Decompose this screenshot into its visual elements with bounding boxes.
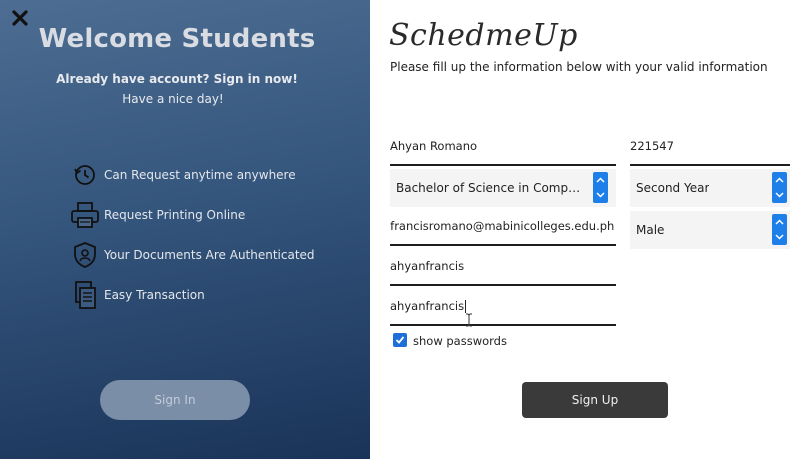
text-caret	[465, 299, 467, 313]
course-select[interactable]: Bachelor of Science in Computer ...	[390, 169, 616, 207]
feature-label: Easy Transaction	[104, 288, 205, 302]
course-value: Bachelor of Science in Computer ...	[396, 181, 586, 195]
app-brand-title: SchedmeUp	[389, 18, 578, 53]
password-value: ahyanfrancis	[390, 259, 465, 273]
feature-item: Easy Transaction	[70, 280, 205, 310]
sign-up-button[interactable]: Sign Up	[522, 382, 668, 418]
student-id-field[interactable]: 221547	[630, 128, 790, 166]
student-id-value: 221547	[630, 139, 674, 153]
confirm-password-field[interactable]: ahyanfrancis	[390, 288, 616, 326]
course-spinner-icon[interactable]	[593, 172, 608, 203]
feature-label: Your Documents Are Authenticated	[104, 248, 315, 262]
email-field[interactable]: yanfrancisromano@mabinicolleges.edu.ph	[390, 208, 616, 246]
password-field[interactable]: ahyanfrancis	[390, 248, 616, 286]
printer-icon	[70, 200, 100, 230]
confirm-password-value: ahyanfrancis	[390, 299, 465, 313]
form-instructions: Please fill up the information below wit…	[390, 60, 768, 74]
document-transaction-icon	[70, 280, 100, 310]
gender-select[interactable]: Male	[630, 211, 790, 249]
show-passwords-checkbox[interactable]	[393, 333, 407, 347]
gender-value: Male	[636, 223, 665, 237]
year-level-value: Second Year	[636, 181, 710, 195]
full-name-value: Ahyan Romano	[390, 139, 478, 153]
history-clock-icon	[70, 160, 100, 190]
sign-in-button[interactable]: Sign In	[100, 380, 250, 420]
feature-item: Your Documents Are Authenticated	[70, 240, 315, 270]
shield-user-icon	[70, 240, 100, 270]
feature-item: Request Printing Online	[70, 200, 245, 230]
email-value: yanfrancisromano@mabinicolleges.edu.ph	[390, 219, 615, 233]
show-passwords-label: show passwords	[413, 334, 507, 348]
feature-label: Can Request anytime anywhere	[104, 168, 296, 182]
year-level-select[interactable]: Second Year	[630, 169, 790, 207]
feature-item: Can Request anytime anywhere	[70, 160, 296, 190]
greeting-text: Have a nice day!	[122, 92, 224, 106]
welcome-panel: Welcome Students Already have account? S…	[0, 0, 370, 459]
gender-spinner-icon[interactable]	[772, 214, 787, 245]
feature-label: Request Printing Online	[104, 208, 246, 222]
ibeam-cursor-icon	[465, 312, 473, 331]
signin-prompt: Already have account? Sign in now!	[56, 72, 298, 86]
year-spinner-icon[interactable]	[772, 172, 787, 203]
full-name-field[interactable]: Ahyan Romano	[390, 128, 616, 166]
welcome-heading: Welcome Students	[38, 24, 316, 54]
